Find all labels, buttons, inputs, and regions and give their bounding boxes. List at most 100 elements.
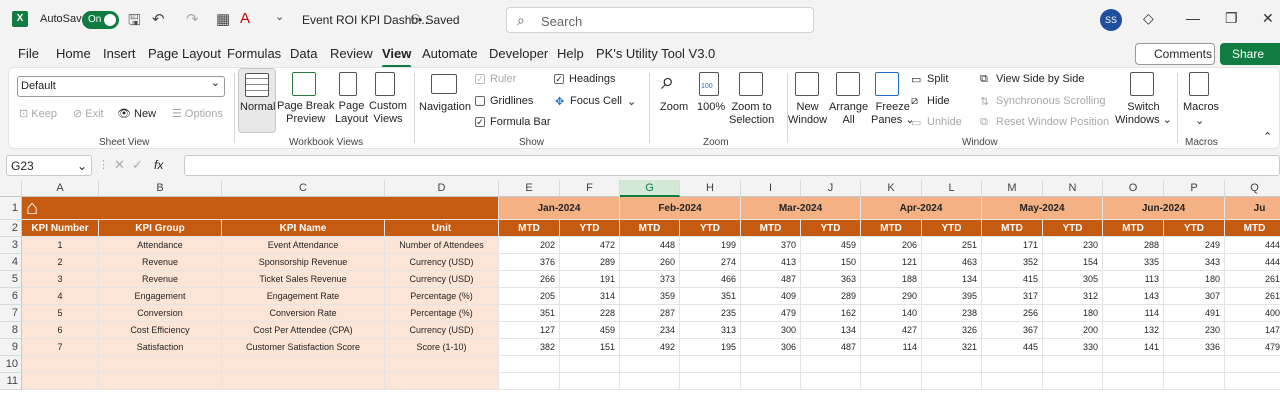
focus-cell-button[interactable]: Focus Cell [570, 95, 622, 107]
freeze-panes-icon[interactable] [875, 72, 899, 96]
cell-value[interactable]: 479 [741, 305, 801, 322]
tab-view[interactable]: View [382, 46, 412, 68]
more-icon[interactable]: ⋮ [98, 158, 109, 171]
save-icon[interactable]: 🖫 [128, 10, 141, 35]
cell-empty[interactable] [922, 356, 982, 373]
row-header-8[interactable]: 8 [0, 322, 22, 339]
cell-empty[interactable] [499, 373, 560, 390]
cell-value[interactable]: 300 [741, 322, 801, 339]
column-header-o[interactable]: O [1103, 180, 1164, 197]
cell-value[interactable]: 234 [620, 322, 680, 339]
cell-kpi[interactable]: Attendance [99, 237, 222, 254]
cell-value[interactable]: 400 [1225, 305, 1280, 322]
cell-value[interactable]: 151 [560, 339, 620, 356]
cell-value[interactable]: 180 [1164, 271, 1225, 288]
cell-empty[interactable] [222, 373, 385, 390]
name-box[interactable]: G23 ⌄ [6, 155, 92, 176]
tab-home[interactable]: Home [56, 46, 91, 61]
cell-value[interactable]: 370 [741, 237, 801, 254]
tab-automate[interactable]: Automate [422, 46, 478, 61]
cell-kpi[interactable]: Conversion [99, 305, 222, 322]
minimize-icon[interactable]: — [1186, 10, 1200, 26]
row-header-1[interactable]: 1 [0, 197, 22, 220]
cell-value[interactable]: 335 [1103, 254, 1164, 271]
cell-value[interactable]: 143 [1103, 288, 1164, 305]
headings-checkbox[interactable]: ✓ [554, 74, 564, 84]
ruler-checkbox[interactable]: ✓ [475, 74, 485, 84]
cell-value[interactable]: 127 [499, 322, 560, 339]
cancel-icon[interactable]: ✕ [114, 157, 125, 173]
cell-value[interactable]: 367 [982, 322, 1043, 339]
select-all-corner[interactable] [0, 180, 22, 197]
normal-view-button[interactable]: Normal [238, 68, 276, 133]
restore-icon[interactable]: ❐ [1225, 10, 1238, 27]
saved-status[interactable]: • Saved [418, 13, 460, 27]
undo-icon[interactable]: ↶ [152, 10, 165, 28]
cell-value[interactable]: 479 [1225, 339, 1280, 356]
row-header-6[interactable]: 6 [0, 288, 22, 305]
hide-button[interactable]: Hide [927, 95, 950, 107]
cell-value[interactable]: 343 [1164, 254, 1225, 271]
cell-empty[interactable] [385, 373, 499, 390]
column-header-e[interactable]: E [499, 180, 560, 197]
keep-button[interactable]: ⊡ Keep [19, 107, 57, 120]
macros-dropdown-icon[interactable]: ⌄ [1195, 114, 1204, 127]
cell-kpi[interactable]: 5 [22, 305, 99, 322]
cell-value[interactable]: 230 [1164, 322, 1225, 339]
cell-value[interactable]: 351 [499, 305, 560, 322]
spreadsheet-grid[interactable]: A B C D E F G H I J K L M N O P Q 1 2 3 4 5 6 7 8 9 10 11 ⌂ Jan-2024 F… [0, 180, 1280, 400]
zoom-icon[interactable]: ⌕ [661, 68, 674, 96]
column-header-d[interactable]: D [385, 180, 499, 197]
cell-value[interactable]: 274 [680, 254, 741, 271]
zoom-button[interactable]: Zoom [660, 101, 688, 113]
cell-value[interactable]: 373 [620, 271, 680, 288]
font-color-icon[interactable]: A [240, 10, 250, 27]
cell-value[interactable]: 382 [499, 339, 560, 356]
cell-value[interactable]: 205 [499, 288, 560, 305]
cell-value[interactable]: 448 [620, 237, 680, 254]
cell-value[interactable]: 459 [560, 322, 620, 339]
cell-value[interactable]: 359 [620, 288, 680, 305]
cell-kpi[interactable]: Cost Efficiency [99, 322, 222, 339]
cell-value[interactable]: 305 [1043, 271, 1103, 288]
cell-value[interactable]: 487 [801, 339, 861, 356]
cell-kpi[interactable]: Ticket Sales Revenue [222, 271, 385, 288]
column-header-h[interactable]: H [680, 180, 741, 197]
view-side-by-side-button[interactable]: View Side by Side [996, 73, 1084, 85]
cell-kpi[interactable]: Revenue [99, 254, 222, 271]
column-header-i[interactable]: I [741, 180, 801, 197]
gridlines-checkbox[interactable] [475, 96, 485, 106]
cell-value[interactable]: 134 [801, 322, 861, 339]
cell-value[interactable]: 147 [1225, 322, 1280, 339]
new-sheet-view-button[interactable]: 👁 New [117, 107, 156, 120]
cell-empty[interactable] [680, 373, 741, 390]
cell-value[interactable]: 113 [1103, 271, 1164, 288]
cell-value[interactable]: 487 [741, 271, 801, 288]
cell-value[interactable]: 191 [560, 271, 620, 288]
cell-kpi[interactable]: Engagement Rate [222, 288, 385, 305]
zoom-to-selection-button[interactable]: Zoom to Selection [729, 101, 774, 127]
cell-value[interactable]: 200 [1043, 322, 1103, 339]
arrange-all-button[interactable]: Arrange All [829, 101, 868, 127]
cell-value[interactable]: 363 [801, 271, 861, 288]
cell-value[interactable]: 256 [982, 305, 1043, 322]
cell-value[interactable]: 459 [801, 237, 861, 254]
switch-windows-button[interactable]: Switch Windows ⌄ [1115, 101, 1172, 127]
insert-function-icon[interactable]: fx [154, 158, 163, 172]
page-break-icon[interactable] [292, 72, 316, 96]
cell-value[interactable]: 326 [922, 322, 982, 339]
zoom-100-button[interactable]: 100% [697, 101, 725, 113]
cell-value[interactable]: 463 [922, 254, 982, 271]
tab-insert[interactable]: Insert [103, 46, 136, 61]
cell-value[interactable]: 114 [1103, 305, 1164, 322]
cell-empty[interactable] [741, 356, 801, 373]
cell-value[interactable]: 288 [1103, 237, 1164, 254]
share-button[interactable]: Share [1220, 43, 1280, 65]
cell-empty[interactable] [560, 356, 620, 373]
cell-value[interactable]: 251 [922, 237, 982, 254]
row-header-11[interactable]: 11 [0, 373, 22, 390]
tab-help[interactable]: Help [557, 46, 584, 61]
cell-value[interactable]: 260 [620, 254, 680, 271]
cell-kpi[interactable]: Conversion Rate [222, 305, 385, 322]
exit-button[interactable]: ⊘ Exit [73, 107, 104, 120]
